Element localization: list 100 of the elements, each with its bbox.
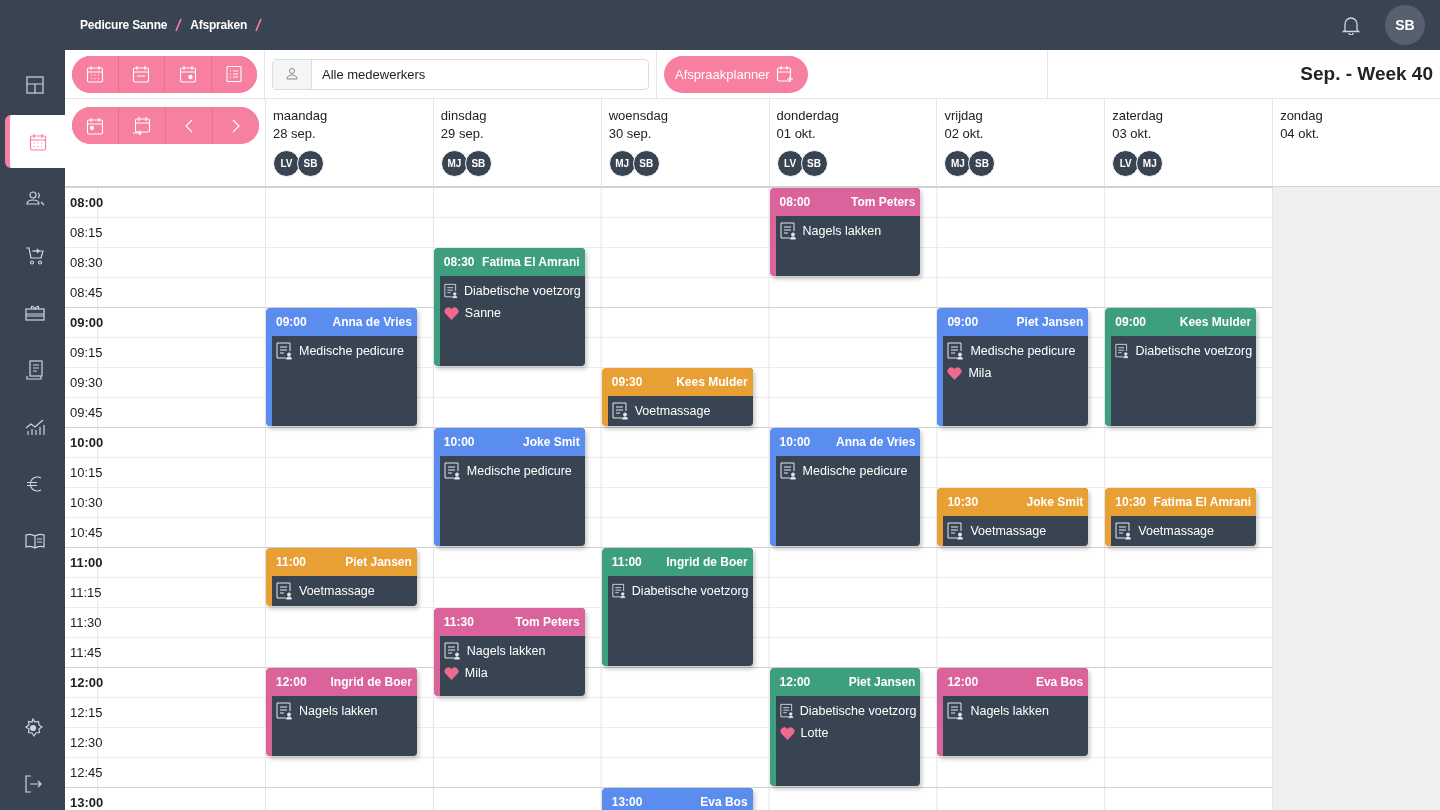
day-name: zondag xyxy=(1280,108,1324,123)
treatment-icon xyxy=(1115,342,1130,360)
chevron-right-icon xyxy=(232,118,240,133)
appointment-card[interactable]: 10:30 Joke Smit Voetmassage xyxy=(937,488,1089,546)
calendar-icon xyxy=(85,65,104,83)
day-name: maandag xyxy=(273,108,329,123)
day-date: 28 sep. xyxy=(273,126,317,141)
client-name: Eva Bos xyxy=(700,795,748,809)
treatment-name: Diabetische voetzorg xyxy=(631,584,749,598)
sidebar-item[interactable] xyxy=(5,115,65,168)
day-date: 04 okt. xyxy=(1280,126,1321,141)
treatment-name: Diabetische voetzorg xyxy=(463,284,581,298)
user-avatar[interactable]: SB xyxy=(1385,5,1425,45)
time-label: 12:30 xyxy=(69,733,104,752)
time-label: 11:15 xyxy=(69,583,103,602)
appointment-time: 09:00 xyxy=(276,315,307,329)
logout-icon[interactable] xyxy=(22,774,43,794)
appointment-time: 13:00 xyxy=(611,795,643,809)
staff-avatar: MJ xyxy=(608,150,636,177)
bell-icon[interactable] xyxy=(1342,15,1360,35)
appointment-time: 08:00 xyxy=(779,195,811,209)
treatment-name: Nagels lakken xyxy=(299,704,378,718)
client-name: Anna de Vries xyxy=(836,435,916,449)
heart-icon xyxy=(443,306,459,320)
time-label: 11:30 xyxy=(69,613,103,632)
appointment-card[interactable]: 12:00 Ingrid de Boer Nagels lakken xyxy=(266,668,417,756)
time-label: 08:00 xyxy=(69,193,105,212)
heart-icon xyxy=(779,726,795,740)
day-name: dinsdag xyxy=(440,108,488,123)
appointment-time: 08:30 xyxy=(443,255,475,269)
day-name: woensdag xyxy=(608,108,669,123)
client-name: Tom Peters xyxy=(515,615,580,629)
day-name: zaterdag xyxy=(1112,108,1164,123)
staff-avatar: MJ xyxy=(1136,150,1164,177)
appointment-card[interactable]: 11:00 Ingrid de Boer Diabetische voetzorg xyxy=(601,548,753,666)
treatment-icon xyxy=(1115,522,1133,540)
client-name: Joke Smit xyxy=(1026,495,1084,509)
breadcrumb-link[interactable]: Pedicure Sanne xyxy=(80,18,168,32)
breadcrumb-link[interactable]: Afspraken xyxy=(190,18,248,32)
time-label: 08:15 xyxy=(69,223,104,242)
client-name: Ingrid de Boer xyxy=(330,675,412,689)
appointment-time: 09:00 xyxy=(1115,315,1146,329)
time-label: 09:30 xyxy=(69,373,104,392)
chevron-left-icon xyxy=(185,118,193,133)
time-label: 10:15 xyxy=(69,463,104,482)
treatment-icon xyxy=(611,582,626,600)
time-label: 10:00 xyxy=(69,433,105,452)
appointment-time: 09:00 xyxy=(947,315,979,329)
appointment-card[interactable]: 09:00 Kees Mulder Diabetische voetzorg xyxy=(1105,308,1257,426)
time-label: 12:45 xyxy=(69,763,104,782)
list-icon xyxy=(225,65,244,83)
appointment-card[interactable]: 10:00 Joke Smit Medische pedicure xyxy=(433,428,585,546)
appointment-card[interactable]: 11:00 Piet Jansen Voetmassage xyxy=(266,548,417,606)
book-icon xyxy=(25,532,45,549)
appointment-card[interactable]: 09:00 Piet Jansen Medische pedicure Mila xyxy=(937,308,1089,426)
appointment-card[interactable]: 09:30 Kees Mulder Voetmassage xyxy=(601,368,753,426)
time-label: 12:00 xyxy=(69,673,105,692)
appointment-card[interactable]: 10:30 Fatima El Amrani Voetmassage xyxy=(1105,488,1257,546)
next-button[interactable] xyxy=(212,107,259,144)
euro-icon xyxy=(26,474,44,493)
treatment-name: Voetmassage xyxy=(970,524,1047,538)
treatment-name: Diabetische voetzorg xyxy=(799,704,917,718)
appointment-card[interactable]: 08:30 Fatima El Amrani Diabetische voetzorg Sanne xyxy=(433,248,585,366)
time-label: 13:00 xyxy=(69,793,105,810)
treatment-icon xyxy=(276,582,293,600)
appointment-card[interactable]: 12:00 Eva Bos Nagels lakken xyxy=(937,668,1089,756)
employee-select[interactable]: Alle medewerkers xyxy=(272,58,649,90)
appointment-card[interactable]: 10:00 Anna de Vries Medische pedicure xyxy=(769,428,921,546)
employee-name: Mila xyxy=(968,366,992,380)
treatment-icon xyxy=(779,222,797,240)
treatment-icon xyxy=(611,402,629,420)
client-name: Kees Mulder xyxy=(676,375,748,389)
client-name: Kees Mulder xyxy=(1179,315,1252,329)
calendar-icon xyxy=(132,65,151,83)
appointment-time: 12:00 xyxy=(947,675,979,689)
appointment-card[interactable]: 12:00 Piet Jansen Diabetische voetzorg Lotte xyxy=(769,668,921,786)
staff-avatar: SB xyxy=(800,150,828,177)
day-date: 02 okt. xyxy=(944,126,985,141)
time-label: 11:00 xyxy=(69,553,104,572)
client-name: Ingrid de Boer xyxy=(666,555,748,569)
client-name: Anna de Vries xyxy=(332,315,412,329)
appointment-time: 10:00 xyxy=(779,435,811,449)
list-view-button[interactable] xyxy=(210,55,257,93)
appointment-card[interactable]: 09:00 Anna de Vries Medische pedicure xyxy=(266,308,417,426)
treatment-icon xyxy=(276,342,293,360)
client-name: Eva Bos xyxy=(1035,675,1084,689)
staff-avatar: LV xyxy=(273,150,300,177)
treatment-icon xyxy=(779,462,797,480)
treatment-name: Medische pedicure xyxy=(802,464,908,478)
staff-avatar: SB xyxy=(297,150,324,177)
staff-avatar: MJ xyxy=(440,150,468,177)
appointment-card[interactable]: 11:30 Tom Peters Nagels lakken Mila xyxy=(433,608,585,696)
appointment-card[interactable]: 08:00 Tom Peters Nagels lakken xyxy=(769,188,921,276)
treatment-name: Nagels lakken xyxy=(802,224,882,238)
appointment-time: 10:30 xyxy=(1115,495,1146,509)
heart-icon xyxy=(947,366,963,380)
gift-card-icon xyxy=(25,303,45,322)
day-name: donderdag xyxy=(776,108,840,123)
receipt-icon xyxy=(26,359,44,380)
time-label: 09:45 xyxy=(69,403,104,422)
